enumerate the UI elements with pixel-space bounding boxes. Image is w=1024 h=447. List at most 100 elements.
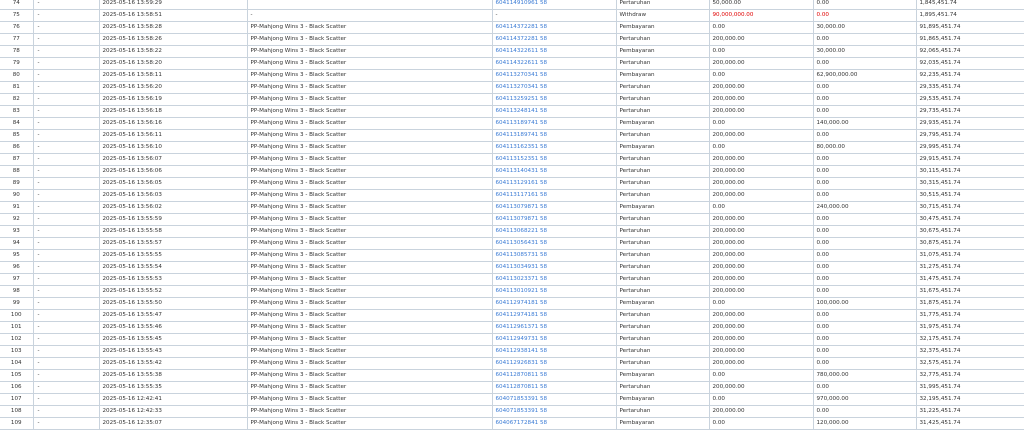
row-type: Pembayaran	[615, 141, 709, 154]
row-balance: 92,235,451.74	[915, 69, 1024, 82]
row-game: PP-Mahjong Wins 3 - Black Scatter	[246, 201, 492, 214]
row-type: Pertaruhan	[615, 321, 709, 334]
row-datetime: 2025-05-16 13:58:20	[98, 57, 247, 70]
row-user: -	[32, 117, 99, 130]
row-reference-link[interactable]: 604113129161 58	[491, 177, 616, 190]
row-game: PP-Mahjong Wins 3 - Black Scatter	[246, 213, 492, 226]
row-amount: 200,000.00	[708, 345, 813, 358]
row-reference-link[interactable]: 604112938141 58	[491, 345, 616, 358]
row-type: Pertaruhan	[615, 333, 709, 346]
row-datetime: 2025-05-16 13:55:46	[98, 321, 247, 334]
row-reference-link[interactable]: 604067172841 58	[491, 417, 616, 430]
row-reference-link[interactable]: 604113189741 58	[491, 117, 616, 130]
row-reference-link[interactable]: 604113248141 58	[491, 105, 616, 118]
row-reference-link[interactable]: 604113270341 58	[491, 81, 616, 94]
row-payout: 0.00	[812, 261, 916, 274]
row-payout: 240,000.00	[812, 201, 916, 214]
row-payout: 0.00	[812, 57, 916, 70]
row-number: 104	[0, 357, 33, 370]
row-datetime: 2025-05-16 12:42:33	[98, 405, 247, 418]
row-reference-link[interactable]: 604112949731 58	[491, 333, 616, 346]
row-reference-link[interactable]: 604113140431 58	[491, 165, 616, 178]
row-type: Pembayaran	[615, 297, 709, 310]
row-balance: 30,875,451.74	[915, 237, 1024, 250]
row-datetime: 2025-05-16 13:56:16	[98, 117, 247, 130]
row-amount: 200,000.00	[708, 333, 813, 346]
row-type: Pertaruhan	[615, 165, 709, 178]
row-reference-link[interactable]: 604114372281 58	[491, 33, 616, 46]
row-amount: 0.00	[708, 21, 813, 34]
row-game	[246, 0, 492, 10]
row-reference-link[interactable]: 604112926831 58	[491, 357, 616, 370]
row-balance: 31,775,451.74	[915, 309, 1024, 322]
row-datetime: 2025-05-16 13:55:42	[98, 357, 247, 370]
row-amount: 200,000.00	[708, 33, 813, 46]
row-datetime: 2025-05-16 13:55:58	[98, 225, 247, 238]
row-reference-link[interactable]: 604114322611 58	[491, 45, 616, 58]
row-reference-link[interactable]: 604113270341 58	[491, 69, 616, 82]
row-game: PP-Mahjong Wins 3 - Black Scatter	[246, 297, 492, 310]
row-type: Pertaruhan	[615, 381, 709, 394]
row-balance: 29,535,451.74	[915, 93, 1024, 106]
row-amount: 0.00	[708, 417, 813, 430]
row-reference-link[interactable]: 604112961371 58	[491, 321, 616, 334]
row-type: Pertaruhan	[615, 93, 709, 106]
table-row: 80 - 2025-05-16 13:58:11 PP-Mahjong Wins…	[0, 69, 1024, 82]
transaction-table: 74 - 2025-05-16 13:59:29 604114910961 58…	[0, 0, 1024, 430]
row-amount: 0.00	[708, 69, 813, 82]
row-type: Pertaruhan	[615, 309, 709, 322]
row-amount: 0.00	[708, 393, 813, 406]
row-type: Pembayaran	[615, 21, 709, 34]
row-reference-link[interactable]: 604113189741 58	[491, 129, 616, 142]
row-reference-link[interactable]: 604113079871 58	[491, 213, 616, 226]
row-reference-link[interactable]: 604113023371 58	[491, 273, 616, 286]
row-reference-link[interactable]: 604113117161 58	[491, 189, 616, 202]
row-number: 93	[0, 225, 33, 238]
row-reference-link[interactable]: 604112974181 58	[491, 309, 616, 322]
row-game: PP-Mahjong Wins 3 - Black Scatter	[246, 165, 492, 178]
row-number: 78	[0, 45, 33, 58]
row-reference-link[interactable]: 604112974181 58	[491, 297, 616, 310]
row-reference-link[interactable]: 604113079871 58	[491, 201, 616, 214]
row-reference-link[interactable]: 604113259251 58	[491, 93, 616, 106]
row-balance: 29,335,451.74	[915, 81, 1024, 94]
row-game: PP-Mahjong Wins 3 - Black Scatter	[246, 261, 492, 274]
row-number: 91	[0, 201, 33, 214]
row-number: 79	[0, 57, 33, 70]
row-user: -	[32, 129, 99, 142]
row-reference-link[interactable]: 604113010921 58	[491, 285, 616, 298]
row-reference-link[interactable]: 604071853391 58	[491, 393, 616, 406]
row-reference-link[interactable]: 604112870811 58	[491, 369, 616, 382]
row-type: Pertaruhan	[615, 249, 709, 262]
row-payout: 0.00	[812, 249, 916, 262]
row-balance: 1,845,451.74	[915, 0, 1024, 10]
row-reference-link[interactable]: 604114910961 58	[491, 0, 616, 10]
row-number: 107	[0, 393, 33, 406]
table-row: 103 - 2025-05-16 13:55:43 PP-Mahjong Win…	[0, 345, 1024, 358]
row-balance: 31,075,451.74	[915, 249, 1024, 262]
row-amount: 50,000.00	[708, 0, 813, 10]
row-game: PP-Mahjong Wins 3 - Black Scatter	[246, 273, 492, 286]
row-amount: 200,000.00	[708, 321, 813, 334]
row-game: PP-Mahjong Wins 3 - Black Scatter	[246, 81, 492, 94]
row-reference-link[interactable]: 604071853391 58	[491, 405, 616, 418]
row-amount: 200,000.00	[708, 405, 813, 418]
row-user: -	[32, 333, 99, 346]
row-balance: 30,675,451.74	[915, 225, 1024, 238]
row-payout: 0.00	[812, 189, 916, 202]
row-reference-link[interactable]: 604113068221 58	[491, 225, 616, 238]
row-balance: 30,715,451.74	[915, 201, 1024, 214]
row-user: -	[32, 357, 99, 370]
row-reference-link[interactable]: 604114322611 58	[491, 57, 616, 70]
row-reference-link[interactable]: 604114372281 58	[491, 21, 616, 34]
row-reference-link[interactable]: 604113085731 58	[491, 249, 616, 262]
row-reference-link[interactable]: 604112870811 58	[491, 381, 616, 394]
row-reference-link[interactable]: 604113162351 58	[491, 141, 616, 154]
row-reference-link[interactable]: 604113152351 58	[491, 153, 616, 166]
row-reference-link[interactable]: 604113034931 58	[491, 261, 616, 274]
row-game: PP-Mahjong Wins 3 - Black Scatter	[246, 417, 492, 430]
row-balance: 32,195,451.74	[915, 393, 1024, 406]
row-user: -	[32, 393, 99, 406]
row-reference-link[interactable]: 604113056431 58	[491, 237, 616, 250]
row-datetime: 2025-05-16 13:55:52	[98, 285, 247, 298]
